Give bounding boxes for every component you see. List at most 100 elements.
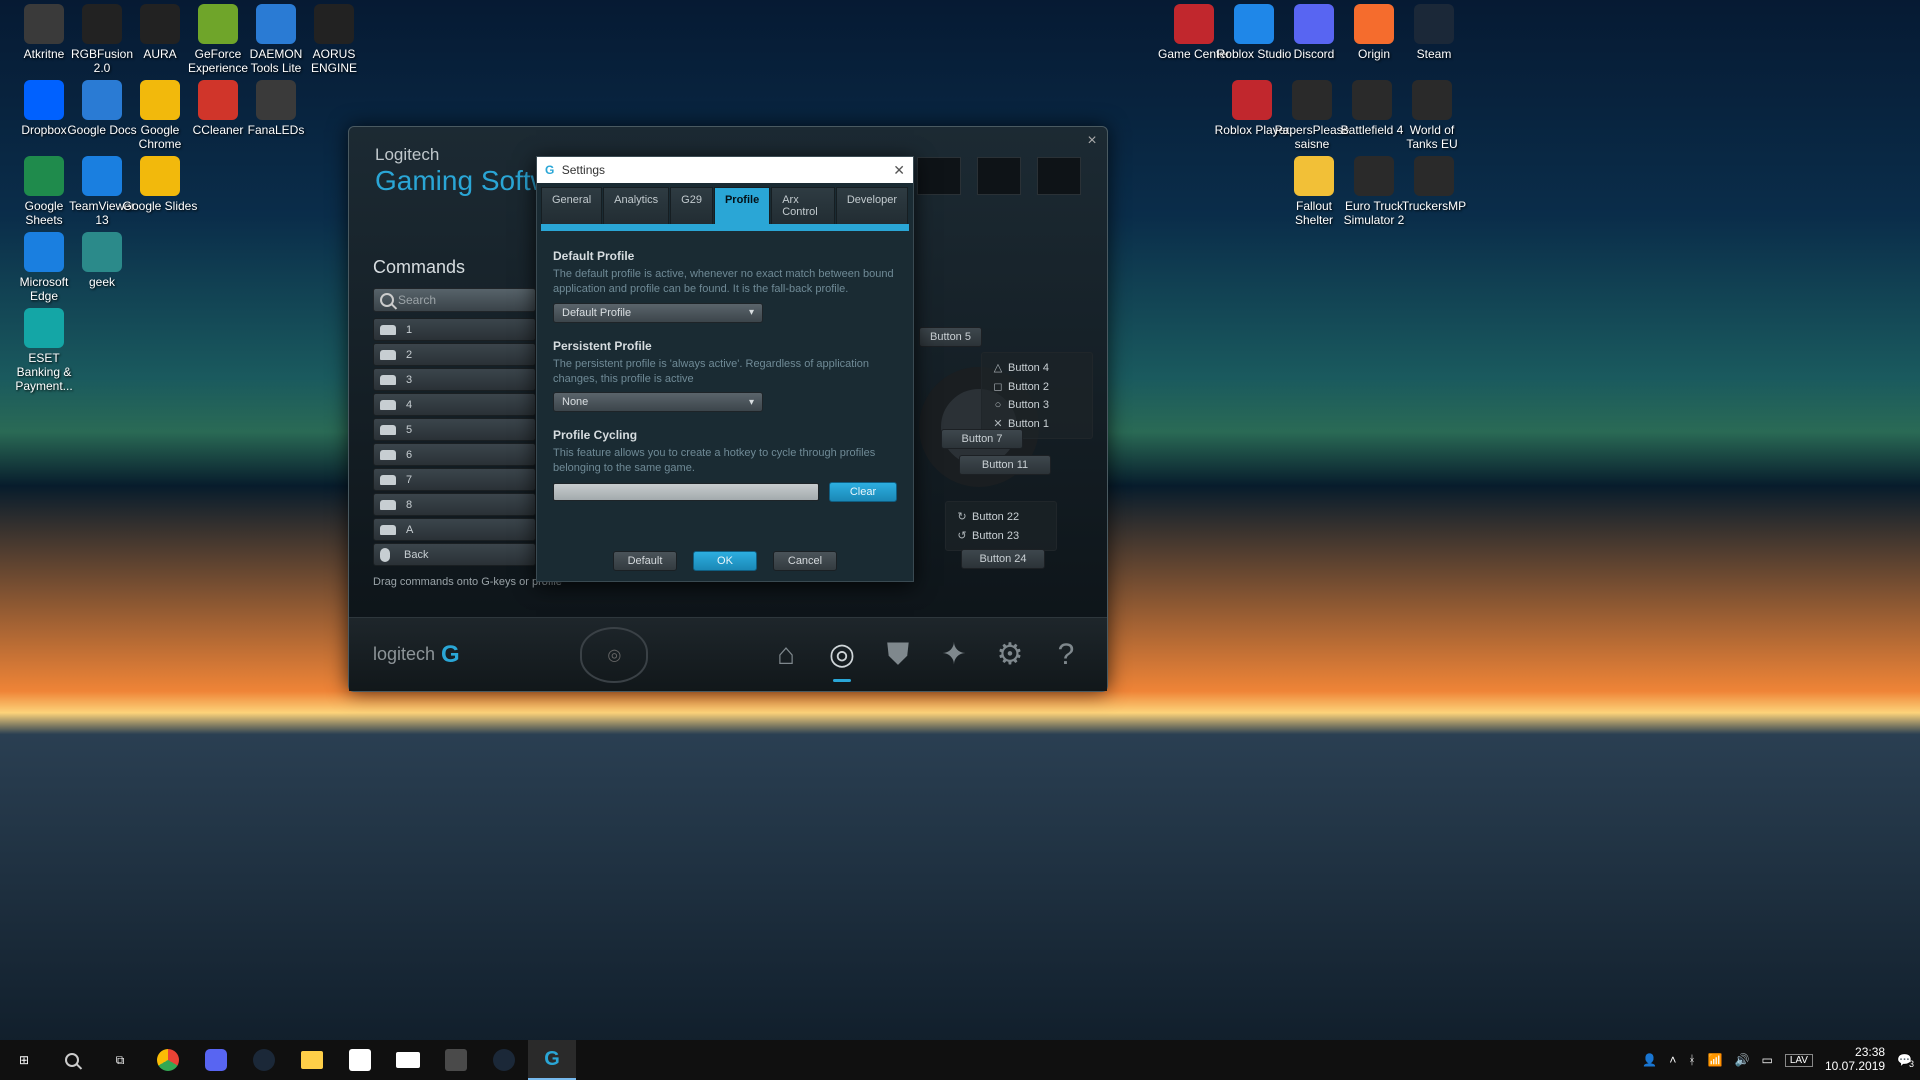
clear-button[interactable]: Clear [829, 482, 897, 502]
profile-cycling-desc: This feature allows you to create a hotk… [553, 446, 897, 476]
command-row[interactable]: 4 [373, 393, 536, 416]
callout-button-5[interactable]: Button 5 [919, 327, 982, 347]
profile-slots [917, 157, 1081, 195]
callout-button-22[interactable]: ↻Button 22 [950, 508, 1052, 525]
desktop-icon[interactable]: Steam [1396, 4, 1472, 61]
command-row[interactable]: 5 [373, 418, 536, 441]
tray-network-icon[interactable]: 📶 [1708, 1053, 1723, 1067]
tab-analytics[interactable]: Analytics [603, 187, 669, 224]
close-icon[interactable]: × [1083, 133, 1101, 151]
command-row[interactable]: Back [373, 543, 536, 566]
tab-g29[interactable]: G29 [670, 187, 713, 224]
tray-chevron-icon[interactable]: ˄ [1669, 1053, 1676, 1067]
profile-slot[interactable] [917, 157, 961, 195]
taskbar-chrome[interactable] [144, 1040, 192, 1080]
search-icon [380, 293, 394, 307]
command-row[interactable]: 6 [373, 443, 536, 466]
command-row[interactable]: A [373, 518, 536, 541]
tray-battery-icon[interactable]: ▭ [1761, 1053, 1772, 1067]
tray-language[interactable]: LAV [1785, 1054, 1813, 1067]
callout-button-11[interactable]: Button 11 [959, 455, 1051, 475]
wheel-icon [380, 425, 396, 435]
help-icon[interactable]: ? [1049, 638, 1083, 672]
tray-volume-icon[interactable]: 🔊 [1735, 1053, 1750, 1067]
taskbar-lgs[interactable]: G [528, 1040, 576, 1080]
tab-profile[interactable]: Profile [714, 187, 770, 224]
device-thumbnail[interactable]: ◎ [580, 627, 648, 683]
tab-developer[interactable]: Developer [836, 187, 908, 224]
command-row[interactable]: 2 [373, 343, 536, 366]
tray-notifications-icon[interactable]: 💬3 [1897, 1053, 1912, 1067]
profile-slot[interactable] [1037, 157, 1081, 195]
callout-button-2[interactable]: ◻Button 2 [986, 378, 1088, 395]
command-row[interactable]: 1 [373, 318, 536, 341]
desktop-icon[interactable]: Google Slides [122, 156, 198, 213]
pedals-icon[interactable]: ⛊ [881, 638, 915, 672]
start-button[interactable]: ⊞ [0, 1040, 48, 1080]
callout-button-3[interactable]: ○Button 3 [986, 397, 1088, 413]
tray-clock[interactable]: 23:38 10.07.2019 [1825, 1046, 1885, 1074]
search-placeholder: Search [398, 293, 436, 307]
settings-tabs: GeneralAnalyticsG29ProfileArx ControlDev… [537, 183, 913, 224]
taskbar-app1[interactable] [432, 1040, 480, 1080]
default-button[interactable]: Default [613, 551, 677, 571]
tray-bluetooth-icon[interactable]: ᚼ [1688, 1053, 1695, 1067]
desktop-icon[interactable]: AORUS ENGINE [296, 4, 372, 75]
ok-button[interactable]: OK [693, 551, 757, 571]
desktop-icon[interactable]: TruckersMP [1396, 156, 1472, 213]
persistent-profile-desc: The persistent profile is 'always active… [553, 357, 897, 387]
callout-button-4[interactable]: △Button 4 [986, 359, 1088, 376]
command-row[interactable]: 8 [373, 493, 536, 516]
wheel-icon [380, 475, 396, 485]
lgs-dock: logitechG ◎ ⌂ ◎ ⛊ ✦ ⚙ ? [349, 617, 1107, 691]
default-profile-dropdown[interactable]: Default Profile▾ [553, 303, 763, 323]
wheel-icon [380, 450, 396, 460]
desktop-icon[interactable]: FanaLEDs [238, 80, 314, 137]
desktop-icon[interactable]: ESET Banking & Payment... [6, 308, 82, 393]
default-profile-header: Default Profile [553, 249, 897, 263]
search-input[interactable]: Search [373, 288, 536, 312]
command-row[interactable]: 7 [373, 468, 536, 491]
gear-icon[interactable]: ⚙ [993, 638, 1027, 672]
cycling-hotkey-input[interactable] [553, 483, 819, 501]
wheel-icon [380, 375, 396, 385]
commands-header: Commands [373, 257, 563, 278]
tray-people-icon[interactable]: 👤 [1642, 1053, 1657, 1067]
close-icon[interactable]: ✕ [893, 162, 905, 179]
taskbar-mail[interactable] [384, 1040, 432, 1080]
wheel-icon [380, 325, 396, 335]
callout-button-23[interactable]: ↺Button 23 [950, 527, 1052, 544]
settings-dialog: G Settings ✕ GeneralAnalyticsG29ProfileA… [536, 156, 914, 582]
callout-group-right: △Button 4 ◻Button 2 ○Button 3 ✕Button 1 [981, 352, 1093, 439]
cancel-button[interactable]: Cancel [773, 551, 837, 571]
input-icon[interactable]: ✦ [937, 638, 971, 672]
tab-general[interactable]: General [541, 187, 602, 224]
settings-title-text: Settings [562, 163, 605, 177]
tab-arx-control[interactable]: Arx Control [771, 187, 835, 224]
taskbar-steam[interactable] [240, 1040, 288, 1080]
callout-button-24[interactable]: Button 24 [961, 549, 1045, 569]
home-icon[interactable]: ⌂ [769, 638, 803, 672]
taskbar-explorer[interactable] [288, 1040, 336, 1080]
task-view-button[interactable]: ⧉ [96, 1040, 144, 1080]
taskbar-store[interactable] [336, 1040, 384, 1080]
default-profile-desc: The default profile is active, whenever … [553, 267, 897, 297]
profile-slot[interactable] [977, 157, 1021, 195]
search-button[interactable] [48, 1040, 96, 1080]
persistent-profile-header: Persistent Profile [553, 339, 897, 353]
persistent-profile-dropdown[interactable]: None▾ [553, 392, 763, 412]
tray-time: 23:38 [1825, 1046, 1885, 1060]
taskbar-steam2[interactable] [480, 1040, 528, 1080]
settings-titlebar: G Settings ✕ [537, 157, 913, 183]
desktop-icon[interactable]: World of Tanks EU [1394, 80, 1470, 151]
taskbar-discord[interactable] [192, 1040, 240, 1080]
commands-panel: Commands Search 12345678ABack Drag comma… [373, 257, 563, 588]
taskbar: ⊞ ⧉ G 👤 ˄ ᚼ 📶 🔊 ▭ LAV 23:38 10.07.2019 💬… [0, 1040, 1920, 1080]
wheel-icon [380, 525, 396, 535]
wheel-icon [380, 500, 396, 510]
callout-button-7[interactable]: Button 7 [941, 429, 1023, 449]
desktop-icon[interactable]: geek [64, 232, 140, 289]
drag-hint: Drag commands onto G-keys or profile [373, 576, 563, 588]
wheel-config-icon[interactable]: ◎ [825, 638, 859, 672]
command-row[interactable]: 3 [373, 368, 536, 391]
